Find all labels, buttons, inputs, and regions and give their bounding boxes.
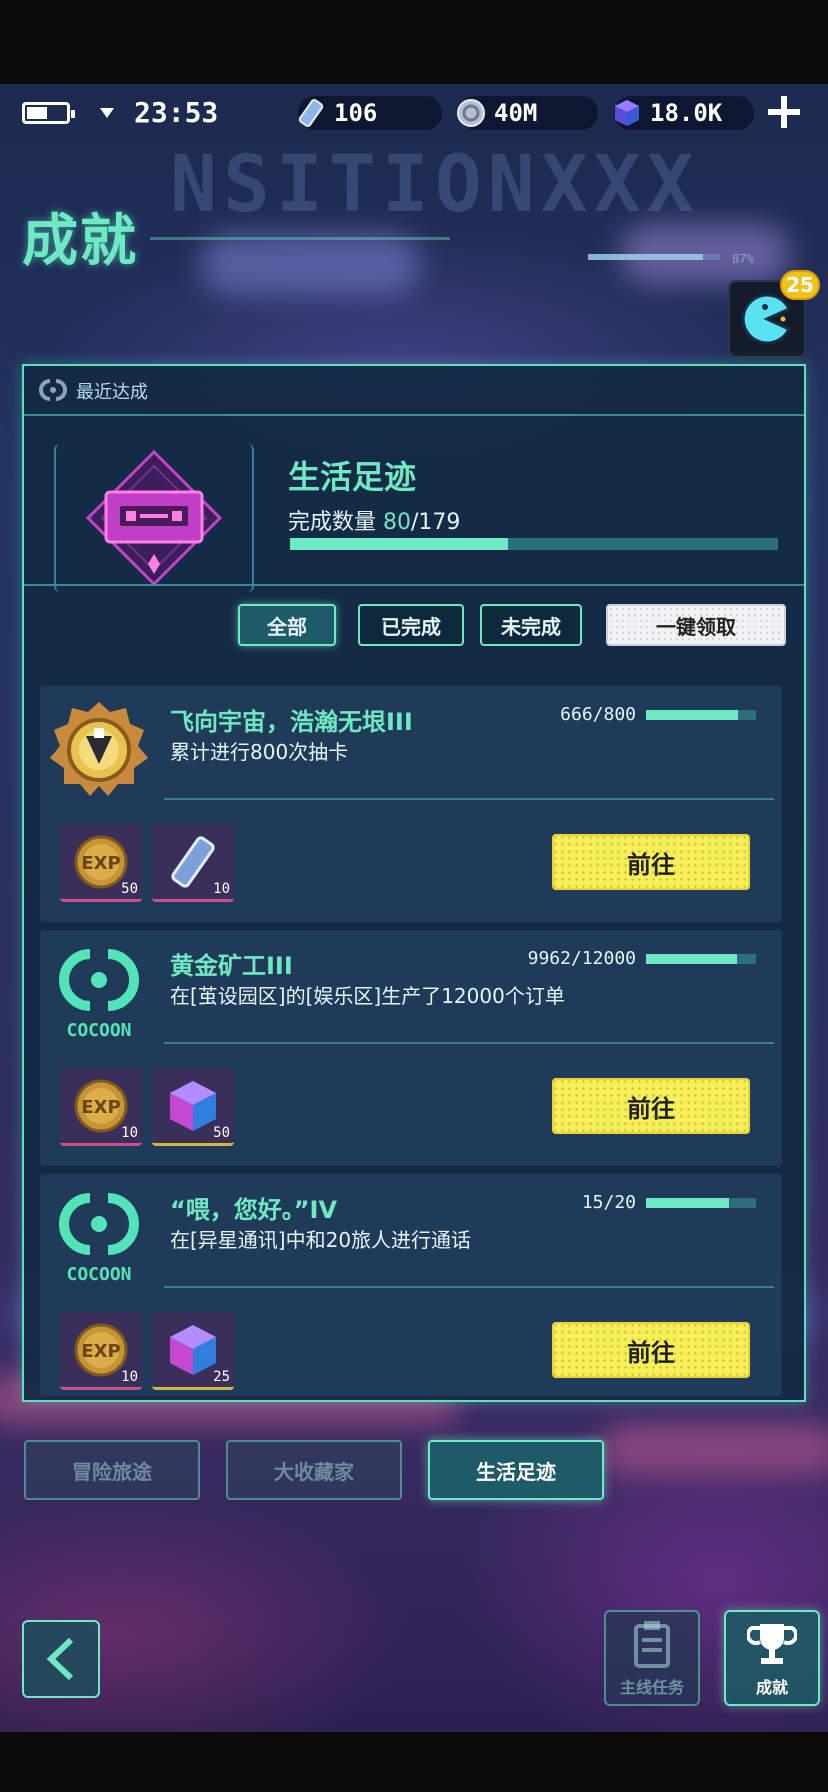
- achievement-card: COCOON “喂，您好。”IV 在[异星通讯]中和20旅人进行通话 15/20…: [40, 1174, 782, 1396]
- recent-count: 完成数量 80/179: [288, 504, 460, 536]
- recent-count-total: /179: [411, 510, 461, 535]
- recent-achievement-name: 生活足迹: [288, 458, 417, 496]
- achievement-progress-fill: [646, 1198, 729, 1208]
- add-resource-button[interactable]: [764, 92, 804, 132]
- filter-all[interactable]: 全部: [238, 604, 336, 646]
- reward-count: 10: [213, 881, 230, 897]
- gold-medal-icon: [50, 702, 148, 796]
- reward-item[interactable]: 50: [152, 1068, 234, 1146]
- achievement-progress-bar: [646, 954, 756, 964]
- recent-progress-fill: [290, 538, 509, 550]
- achievement-panel: 最近达成 生活足迹 完成数量 80/179 全部 已完成 未完成 一键领取 飞向…: [22, 364, 806, 1402]
- status-bar: 23:53 106 40M 18.0K: [0, 92, 828, 136]
- reward-item[interactable]: 25: [152, 1312, 234, 1390]
- achievement-name: “喂，您好。”IV: [170, 1196, 338, 1224]
- reward-item[interactable]: 10: [152, 824, 234, 902]
- title-underline: [150, 237, 450, 240]
- achievement-card: 飞向宇宙，浩瀚无垠III 累计进行800次抽卡 666/800 EXP 50 1…: [40, 686, 782, 922]
- main-tasks-button[interactable]: 主线任务: [604, 1610, 700, 1706]
- reward-item[interactable]: EXP 10: [60, 1312, 142, 1390]
- chevron-left-icon: [46, 1637, 74, 1681]
- filter-completed[interactable]: 已完成: [358, 604, 464, 646]
- header-decoration: NSITIONXXX: [170, 140, 700, 230]
- achievement-progress-bar: [646, 710, 756, 720]
- panel-divider: [24, 584, 804, 586]
- achievement-progress-text: 15/20: [581, 1192, 636, 1213]
- coin-icon: [454, 96, 488, 130]
- recent-header: 最近达成: [24, 366, 804, 416]
- svg-text:COCOON: COCOON: [66, 1020, 131, 1041]
- trophy-icon: [747, 1624, 797, 1664]
- battery-icon: [22, 102, 75, 124]
- achievement-card: COCOON 黄金矿工III 在[茧设园区]的[娱乐区]生产了12000个订单 …: [40, 930, 782, 1166]
- reward-count: 10: [121, 1369, 138, 1385]
- reward-count: 10: [121, 1125, 138, 1141]
- svg-text:COCOON: COCOON: [66, 1264, 131, 1285]
- back-button[interactable]: [22, 1620, 100, 1698]
- recent-badge-frame: [54, 444, 254, 592]
- go-button[interactable]: 前往: [552, 834, 750, 890]
- clock: 23:53: [134, 96, 219, 129]
- reward-item[interactable]: EXP 50: [60, 824, 142, 902]
- achievement-progress-fill: [646, 954, 738, 964]
- reward-item[interactable]: EXP 10: [60, 1068, 142, 1146]
- reward-count: 50: [121, 881, 138, 897]
- header-mini-percent: 87%: [732, 252, 754, 266]
- notification-badge: 25: [780, 270, 820, 300]
- achievement-progress-text: 666/800: [560, 704, 636, 725]
- achievement-desc: 累计进行800次抽卡: [170, 740, 349, 764]
- recent-progress-bar: [290, 538, 778, 550]
- signal-icon: [100, 108, 114, 118]
- gem-cube-icon: [610, 96, 644, 130]
- coin-resource[interactable]: 40M: [457, 96, 598, 130]
- achievements-nav-button[interactable]: 成就: [724, 1610, 820, 1706]
- ticket-resource[interactable]: 106: [298, 96, 442, 130]
- achievement-desc: 在[异星通讯]中和20旅人进行通话: [170, 1228, 472, 1252]
- reward-count: 50: [213, 1125, 230, 1141]
- achievements-nav-label: 成就: [755, 1678, 788, 1697]
- cassette-badge-icon: [85, 449, 223, 587]
- achievement-progress-fill: [646, 710, 738, 720]
- card-divider: [164, 1042, 774, 1044]
- card-divider: [164, 798, 774, 800]
- filter-uncompleted[interactable]: 未完成: [480, 604, 582, 646]
- cocoon-logo-icon: [39, 379, 67, 401]
- achievement-desc: 在[茧设园区]的[娱乐区]生产了12000个订单: [170, 984, 565, 1008]
- achievement-name: 飞向宇宙，浩瀚无垠III: [170, 708, 413, 736]
- gem-resource[interactable]: 18.0K: [614, 96, 754, 130]
- cocoon-logo-icon: COCOON: [59, 1193, 139, 1285]
- pacman-icon: [741, 293, 791, 345]
- bottom-letterbox: [0, 1732, 828, 1792]
- ticket-icon: [294, 96, 328, 130]
- main-tasks-label: 主线任务: [619, 1678, 684, 1697]
- recent-count-label: 完成数量: [288, 510, 377, 535]
- achievement-progress-bar: [646, 1198, 756, 1208]
- svg-text:EXP: EXP: [81, 1097, 120, 1118]
- card-divider: [164, 1286, 774, 1288]
- clipboard-icon: [634, 1621, 670, 1668]
- page-title: 成就: [22, 209, 138, 274]
- svg-text:EXP: EXP: [81, 1341, 120, 1362]
- recent-section-label: 最近达成: [76, 382, 148, 403]
- category-tab-adventure[interactable]: 冒险旅途: [24, 1440, 200, 1500]
- header-mini-progress: [588, 254, 720, 260]
- category-tab-life[interactable]: 生活足迹: [428, 1440, 604, 1500]
- category-tab-collector[interactable]: 大收藏家: [226, 1440, 402, 1500]
- claim-all-button[interactable]: 一键领取: [606, 604, 786, 646]
- svg-text:EXP: EXP: [81, 853, 120, 874]
- go-button[interactable]: 前往: [552, 1078, 750, 1134]
- top-letterbox: [0, 0, 828, 84]
- reward-count: 25: [213, 1369, 230, 1385]
- go-button[interactable]: 前往: [552, 1322, 750, 1378]
- cocoon-logo-icon: COCOON: [59, 949, 139, 1041]
- achievement-name: 黄金矿工III: [170, 952, 293, 980]
- achievement-progress-text: 9962/12000: [527, 948, 636, 969]
- recent-count-done: 80: [383, 510, 412, 535]
